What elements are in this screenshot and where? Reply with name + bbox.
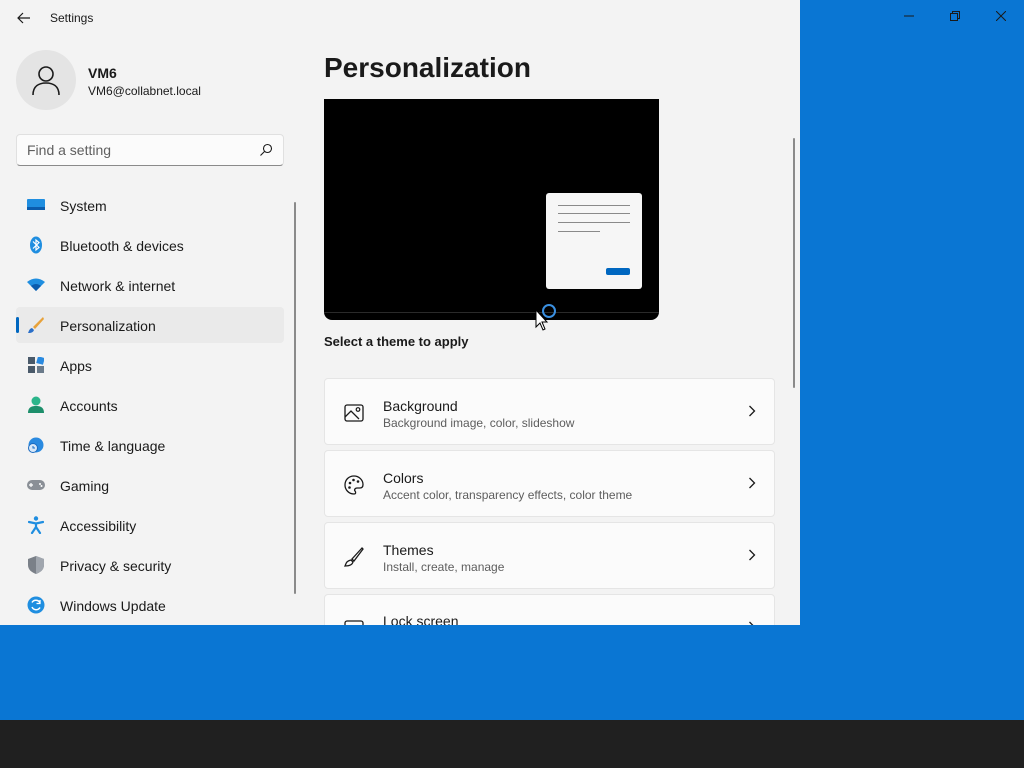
close-button[interactable] <box>978 0 1024 32</box>
gamepad-icon <box>27 476 45 494</box>
sidebar-item-label: Network & internet <box>60 278 176 294</box>
accounts-icon <box>27 396 45 414</box>
preview-line <box>558 213 630 214</box>
settings-window: Settings VM6 VM6@collabnet.local System … <box>0 0 800 625</box>
sidebar-item-accounts[interactable]: Accounts <box>16 387 284 423</box>
card-colors[interactable]: Colors Accent color, transparency effect… <box>324 450 775 517</box>
page-title: Personalization <box>324 52 531 83</box>
search-box <box>16 134 284 166</box>
back-button[interactable] <box>10 6 38 30</box>
apps-icon <box>27 356 45 374</box>
preview-window <box>546 193 642 289</box>
sidebar-item-apps[interactable]: Apps <box>16 347 284 383</box>
sidebar-item-label: Accessibility <box>60 518 137 534</box>
bluetooth-icon <box>27 236 45 254</box>
chevron-right-icon <box>749 549 756 561</box>
search-input[interactable] <box>17 135 252 165</box>
update-icon <box>27 596 45 614</box>
back-arrow-icon <box>17 12 30 24</box>
sidebar-item-windows-update[interactable]: Windows Update <box>16 587 284 623</box>
app-title: Settings <box>50 11 94 25</box>
sidebar-item-personalization[interactable]: Personalization <box>16 307 284 343</box>
accessibility-icon <box>27 516 45 534</box>
sidebar-item-system[interactable]: System <box>16 187 284 223</box>
card-lock-screen[interactable]: Lock screen <box>324 594 775 625</box>
search-icon[interactable] <box>259 143 273 157</box>
title-bar: Settings <box>0 0 800 36</box>
sidebar-item-label: Windows Update <box>60 598 166 614</box>
sidebar-item-label: Privacy & security <box>60 558 172 574</box>
sidebar-item-label: Apps <box>60 358 92 374</box>
preview-line <box>558 205 630 206</box>
window-controls <box>794 0 1024 32</box>
brush-icon <box>27 316 45 334</box>
card-themes[interactable]: Themes Install, create, manage <box>324 522 775 589</box>
globe-clock-icon <box>27 436 45 454</box>
taskbar <box>0 720 1024 768</box>
wifi-icon <box>27 276 45 294</box>
sidebar-item-label: Bluetooth & devices <box>60 238 184 254</box>
preview-line <box>558 222 630 223</box>
sidebar-item-gaming[interactable]: Gaming <box>16 467 284 503</box>
restore-icon <box>950 11 960 21</box>
image-icon <box>343 402 365 424</box>
sidebar-item-label: Time & language <box>60 438 166 454</box>
card-title: Colors <box>383 470 424 486</box>
card-subtitle: Install, create, manage <box>383 560 505 574</box>
chevron-right-icon <box>749 477 756 489</box>
avatar <box>16 50 76 110</box>
sidebar-nav: System Bluetooth & devices Network & int… <box>16 187 284 625</box>
system-icon <box>27 196 45 214</box>
sidebar-item-label: Gaming <box>60 478 110 494</box>
lock-screen-icon <box>343 618 365 625</box>
close-icon <box>996 11 1006 21</box>
sidebar-scrollbar[interactable] <box>294 202 296 594</box>
sidebar-item-bluetooth[interactable]: Bluetooth & devices <box>16 227 284 263</box>
card-subtitle: Accent color, transparency effects, colo… <box>383 488 633 502</box>
sidebar-item-label: Accounts <box>60 398 118 414</box>
sidebar-item-time-language[interactable]: Time & language <box>16 427 284 463</box>
palette-icon <box>343 474 365 496</box>
user-name: VM6 <box>88 65 117 81</box>
minimize-button[interactable] <box>886 0 932 32</box>
sidebar-item-privacy[interactable]: Privacy & security <box>16 547 284 583</box>
card-title: Themes <box>383 542 434 558</box>
theme-preview <box>324 99 659 320</box>
minimize-icon <box>904 15 914 17</box>
brush-icon <box>343 546 365 568</box>
card-title: Lock screen <box>383 613 459 625</box>
main-scrollbar[interactable] <box>793 138 795 388</box>
user-icon <box>32 66 60 96</box>
preview-button <box>606 268 630 275</box>
sidebar-item-network[interactable]: Network & internet <box>16 267 284 303</box>
mouse-cursor-icon <box>535 309 549 331</box>
chevron-right-icon <box>749 405 756 417</box>
preview-taskbar <box>324 312 659 313</box>
user-profile[interactable]: VM6 VM6@collabnet.local <box>16 50 286 110</box>
card-subtitle: Background image, color, slideshow <box>383 416 575 430</box>
chevron-right-icon <box>749 621 754 625</box>
shield-icon <box>27 556 45 574</box>
sidebar-item-label: System <box>60 198 107 214</box>
restore-button[interactable] <box>932 0 978 32</box>
sidebar-item-label: Personalization <box>60 318 156 334</box>
section-label: Select a theme to apply <box>324 334 469 349</box>
card-background[interactable]: Background Background image, color, slid… <box>324 378 775 445</box>
preview-line <box>558 231 600 232</box>
user-email: VM6@collabnet.local <box>88 84 201 98</box>
card-title: Background <box>383 398 458 414</box>
sidebar-item-accessibility[interactable]: Accessibility <box>16 507 284 543</box>
